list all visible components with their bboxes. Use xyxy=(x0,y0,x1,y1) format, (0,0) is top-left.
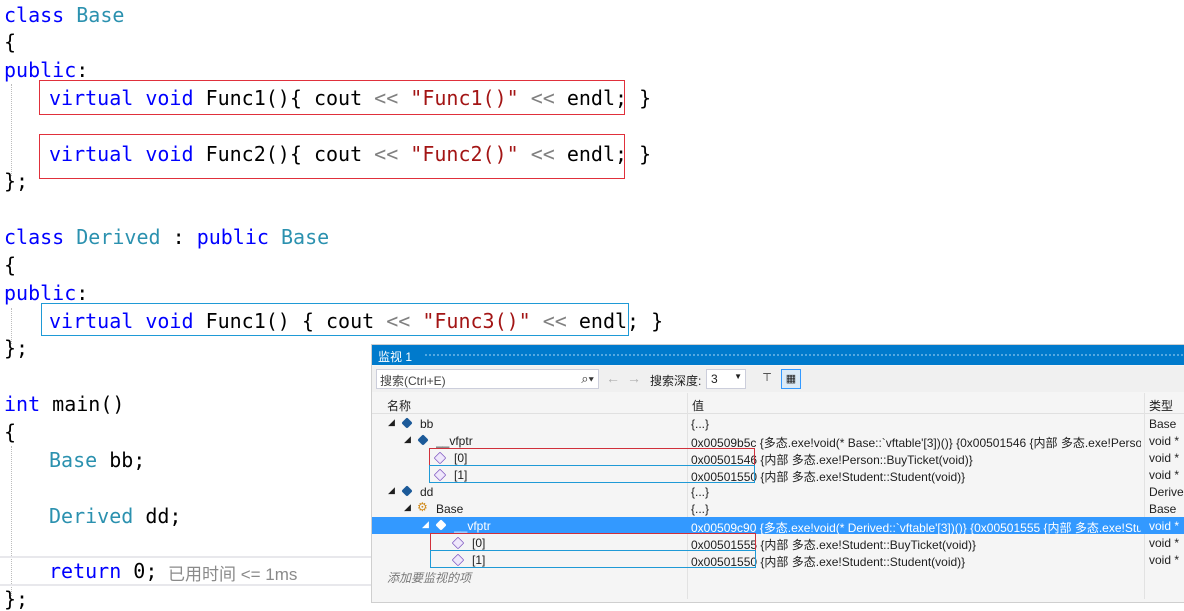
code-return: return 0; xyxy=(49,559,158,583)
code-line-class-derived: class Derived : public Base xyxy=(4,225,330,249)
elapsed-time-hint: 已用时间 <= 1ms xyxy=(168,565,298,584)
watch-column-header: 名称 值 类型 xyxy=(372,393,1184,414)
table-row[interactable]: ◢ bb {...} Base xyxy=(372,415,1184,432)
column-name[interactable]: 名称 xyxy=(387,397,411,414)
code-brace-close: }; xyxy=(4,336,29,360)
blue-annotation-box xyxy=(430,550,756,568)
code-brace: { xyxy=(4,253,17,277)
red-annotation-box xyxy=(430,533,756,551)
expand-arrow-icon[interactable]: ◢ xyxy=(422,519,429,530)
search-depth-label: 搜索深度: xyxy=(650,374,702,388)
column-type[interactable]: 类型 xyxy=(1149,397,1173,414)
back-arrow-icon[interactable]: ← xyxy=(606,370,620,386)
field-cube-icon xyxy=(401,417,413,429)
code-public: public: xyxy=(4,58,89,82)
watch-toolbar: 搜索(Ctrl+E) ⌕▾ ← → 搜索深度: 3 ▼ ⊤ ▦ xyxy=(372,366,1184,392)
chevron-down-icon: ▼ xyxy=(734,372,742,381)
title-grip xyxy=(424,353,1183,358)
code-main-decl: int main() xyxy=(4,392,125,416)
expand-arrow-icon[interactable]: ◢ xyxy=(404,502,411,513)
blue-annotation-box xyxy=(429,465,755,483)
forward-arrow-icon[interactable]: → xyxy=(627,370,641,386)
code-line-class-base: class Base xyxy=(4,3,125,27)
table-row[interactable]: ◢ ⚙ Base {...} Base xyxy=(372,500,1184,517)
column-value[interactable]: 值 xyxy=(692,397,704,414)
red-annotation-box xyxy=(429,448,755,466)
code-brace: { xyxy=(4,420,17,444)
field-cube-icon xyxy=(435,519,447,531)
expand-arrow-icon[interactable]: ◢ xyxy=(388,417,395,428)
indent-guide xyxy=(11,84,12,176)
search-placeholder: 搜索(Ctrl+E) xyxy=(380,374,446,388)
watch-window: 监视 1 搜索(Ctrl+E) ⌕▾ ← → 搜索深度: 3 ▼ ⊤ ▦ 名称 … xyxy=(371,344,1184,603)
hex-display-icon[interactable]: ▦ xyxy=(781,369,801,389)
code-brace-close: }; xyxy=(4,587,29,611)
search-input[interactable]: 搜索(Ctrl+E) ⌕▾ xyxy=(376,369,599,389)
search-icon[interactable]: ⌕▾ xyxy=(581,371,594,387)
code-dd-decl: Derived dd; xyxy=(49,504,182,528)
code-brace-close: }; xyxy=(4,169,29,193)
search-depth-select[interactable]: 3 ▼ xyxy=(706,369,746,389)
table-row-selected[interactable]: ◢ __vfptr 0x00509c90 {多态.exe!void(* Deri… xyxy=(372,517,1184,535)
watch-title: 监视 1 xyxy=(378,350,413,364)
pin-icon[interactable]: ⊤ xyxy=(758,369,776,387)
base-class-icon: ⚙ xyxy=(417,500,428,514)
code-func2-base[interactable]: virtual void Func2(){ cout << "Func2()" … xyxy=(49,143,651,165)
field-cube-icon xyxy=(401,485,413,497)
code-bb-decl: Base bb; xyxy=(49,448,146,472)
code-func1-derived[interactable]: virtual void Func1() { cout << "Func3()"… xyxy=(49,310,663,332)
add-watch-placeholder[interactable]: 添加要监视的项 xyxy=(387,569,471,586)
code-public: public: xyxy=(4,281,89,305)
code-brace: { xyxy=(4,30,17,54)
code-func1-base[interactable]: virtual void Func1(){ cout << "Func1()" … xyxy=(49,87,651,109)
expand-arrow-icon[interactable]: ◢ xyxy=(404,434,411,445)
table-row[interactable]: ◢ dd {...} Derived xyxy=(372,483,1184,500)
expand-arrow-icon[interactable]: ◢ xyxy=(388,485,395,496)
watch-title-bar[interactable]: 监视 1 xyxy=(372,345,1184,365)
field-cube-icon xyxy=(417,434,429,446)
table-row[interactable]: ◢ __vfptr 0x00509b5c {多态.exe!void(* Base… xyxy=(372,432,1184,450)
